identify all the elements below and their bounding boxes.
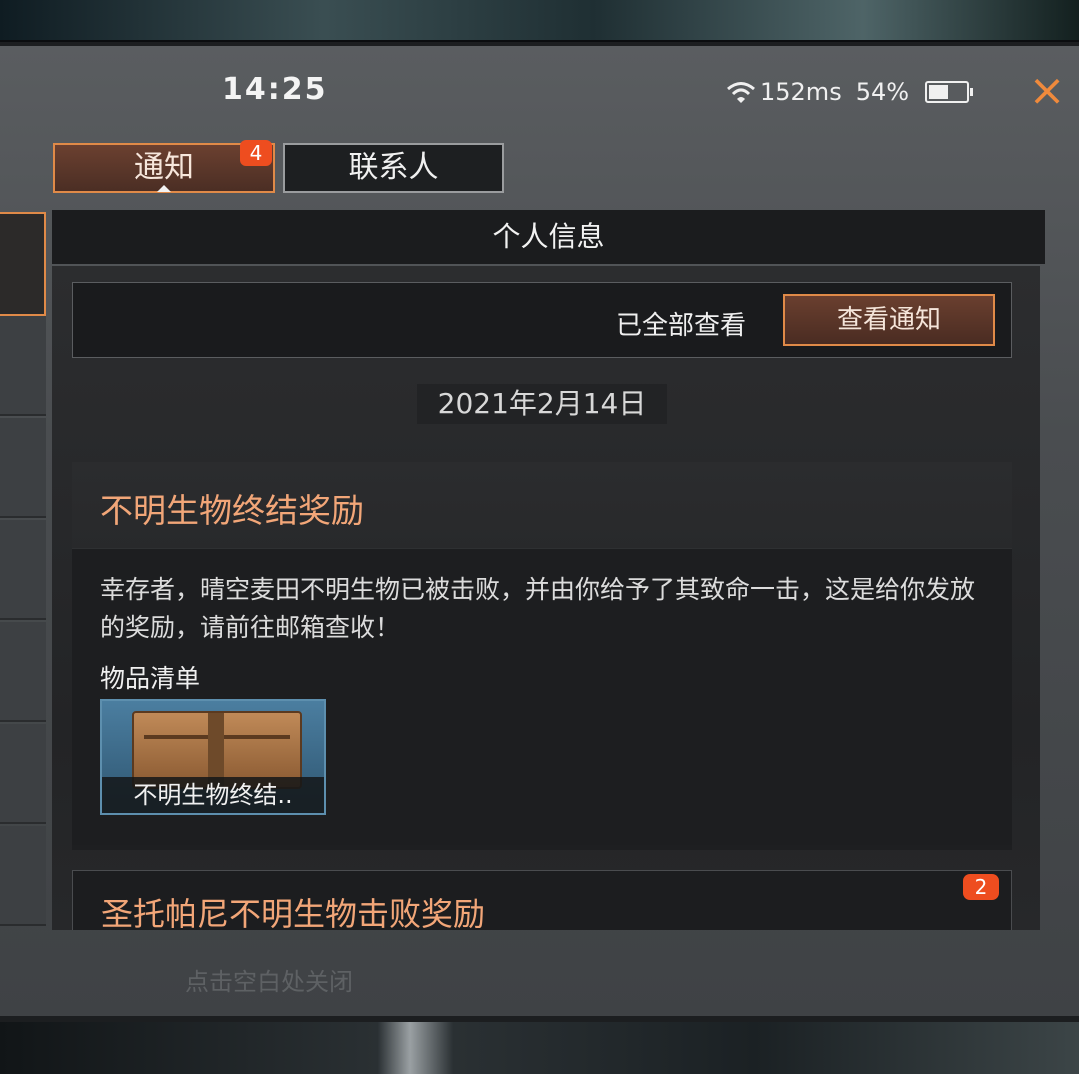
tab-contacts[interactable]: 联系人: [283, 143, 504, 193]
status-bar-right: 152ms 54%: [726, 76, 974, 108]
reward-item-name: 不明生物终结..: [102, 777, 324, 813]
background-top: [0, 0, 1079, 40]
view-notice-button[interactable]: 查看通知: [783, 294, 995, 346]
sidebar-item-active[interactable]: ⁠: [0, 212, 46, 316]
notification-title: 圣托帕尼不明生物击败奖励: [101, 895, 486, 930]
left-sidebar: ⁠: [0, 212, 46, 932]
sidebar-item[interactable]: [0, 316, 46, 416]
sidebar-item[interactable]: [0, 520, 46, 620]
wifi-icon: [726, 80, 756, 104]
notification-card[interactable]: 不明生物终结奖励 幸存者，晴空麦田不明生物已被击败，并由你给予了其致命一击，这是…: [72, 462, 1012, 850]
battery-icon: [925, 81, 974, 103]
date-label: 2021年2月14日: [417, 384, 667, 424]
notification-body: 幸存者，晴空麦田不明生物已被击败，并由你给予了其致命一击，这是给你发放的奖励，请…: [100, 575, 976, 642]
notification-title: 不明生物终结奖励: [100, 491, 364, 530]
close-icon[interactable]: ×: [1022, 66, 1072, 116]
background-bottom: [0, 1022, 1079, 1074]
sidebar-item[interactable]: [0, 418, 46, 518]
sidebar-item[interactable]: [0, 622, 46, 722]
sidebar-item[interactable]: [0, 826, 46, 926]
battery-percent: 54%: [855, 78, 910, 106]
notification-card[interactable]: 圣托帕尼不明生物击败奖励 2: [72, 870, 1012, 930]
battery-fill: [929, 85, 949, 99]
notification-panel[interactable]: 已全部查看 查看通知 2021年2月14日 不明生物终结奖励 幸存者，晴空麦田不…: [52, 266, 1040, 930]
panel-title: 个人信息: [52, 210, 1045, 264]
tab-notifications-badge: 4: [240, 140, 272, 166]
notification-badge: 2: [963, 874, 999, 900]
close-hint: 点击空白处关闭: [185, 968, 353, 996]
status-time: 14:25: [222, 72, 328, 107]
reward-item[interactable]: 不明生物终结..: [100, 699, 326, 815]
sidebar-item[interactable]: [0, 724, 46, 824]
notification-toolbar: 已全部查看 查看通知: [72, 282, 1012, 358]
notification-content: 幸存者，晴空麦田不明生物已被击败，并由你给予了其致命一击，这是给你发放的奖励，请…: [72, 548, 1012, 845]
viewed-all-text: 已全部查看: [616, 311, 747, 341]
ping-text: 152ms: [760, 78, 842, 106]
items-list-label: 物品清单: [100, 664, 201, 693]
